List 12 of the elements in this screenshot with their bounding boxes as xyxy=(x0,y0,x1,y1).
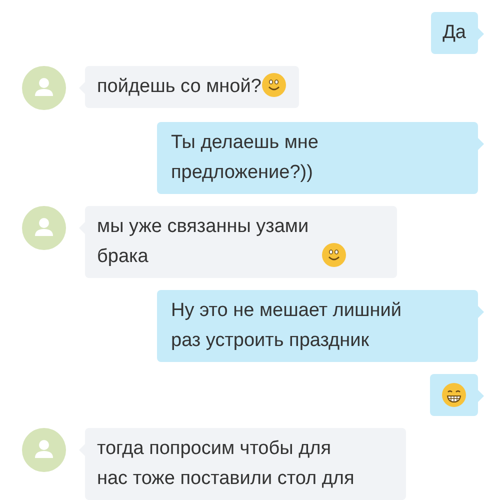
avatar-icon xyxy=(22,206,66,250)
avatar-icon xyxy=(22,428,66,472)
avatar-icon xyxy=(22,66,66,110)
message-text: Да xyxy=(442,22,466,43)
smiley-icon xyxy=(321,242,347,268)
message-text: Ты делаешь мне предложение?)) xyxy=(171,132,318,183)
smiley-icon xyxy=(261,72,288,98)
message-text: пойдешь со мной? xyxy=(97,76,262,97)
message-text: мы уже связанны узами брака xyxy=(97,215,310,269)
grin-icon xyxy=(441,382,467,408)
message-text: Ну это не мешает лишний раз устроить праздник xyxy=(171,300,402,351)
message-text: тогда попросим чтобы для нас тоже поставили стол для xyxy=(97,438,354,489)
